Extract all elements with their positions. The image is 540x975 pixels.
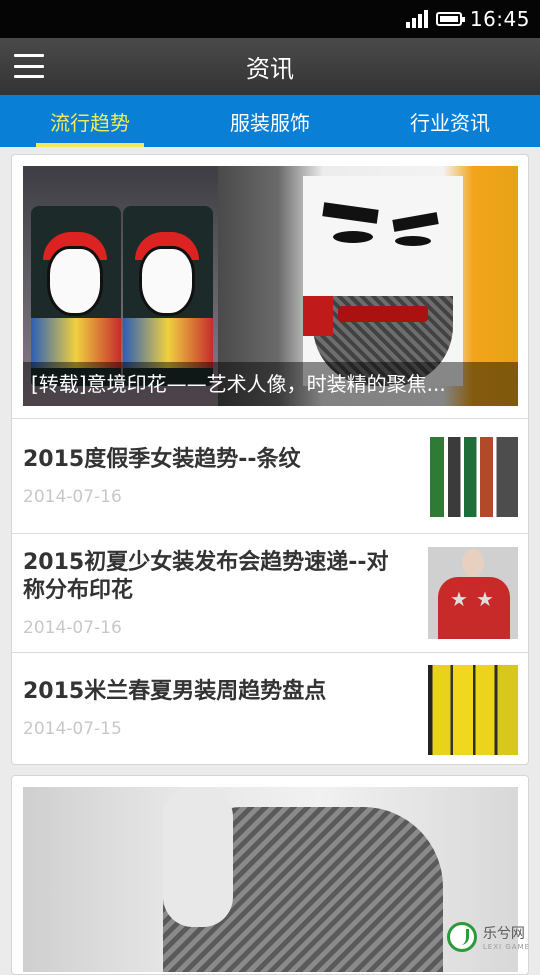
watermark: 乐兮网 LEXI GAME (447, 922, 530, 952)
status-bar: 16:45 (0, 0, 540, 38)
signal-icon (406, 10, 428, 28)
list-item[interactable]: 2015度假季女装趋势--条纹 2014-07-16 (12, 419, 528, 533)
watermark-name: 乐兮网 (483, 923, 530, 943)
featured-caption: [转载]意境印花——艺术人像，时装精的聚焦... (23, 362, 518, 406)
category-tabs: 流行趋势 服装服饰 行业资讯 (0, 95, 540, 147)
article-thumbnail: ★★ (428, 547, 518, 639)
tab-apparel[interactable]: 服装服饰 (180, 95, 360, 147)
app-bar: 资讯 (0, 38, 540, 95)
list-item[interactable]: 2015初夏少女装发布会趋势速递--对 称分布印花 2014-07-16 ★★ (12, 534, 528, 652)
article-date: 2014-07-15 (23, 719, 122, 739)
tab-trends[interactable]: 流行趋势 (0, 95, 180, 147)
news-card: [转载]意境印花——艺术人像，时装精的聚焦... 2015度假季女装趋势--条纹… (11, 154, 529, 765)
article-title: 2015度假季女装趋势--条纹 (23, 445, 301, 475)
tab-industry-news[interactable]: 行业资讯 (360, 95, 540, 147)
watermark-logo-icon (447, 922, 477, 952)
watermark-sub: LEXI GAME (483, 943, 530, 951)
article-date: 2014-07-16 (23, 487, 122, 507)
article-title-line2: 称分布印花 (23, 576, 133, 606)
article-thumbnail (428, 437, 518, 517)
article-thumbnail (428, 665, 518, 755)
featured-image[interactable] (23, 787, 518, 972)
article-title-line1: 2015初夏少女装发布会趋势速递--对 (23, 548, 389, 578)
battery-icon (436, 12, 462, 26)
article-title: 2015米兰春夏男装周趋势盘点 (23, 677, 326, 707)
article-date: 2014-07-16 (23, 618, 122, 638)
featured-article[interactable]: [转载]意境印花——艺术人像，时装精的聚焦... (23, 166, 518, 406)
page-title: 资讯 (246, 49, 294, 84)
list-item[interactable]: 2015米兰春夏男装周趋势盘点 2014-07-15 (12, 653, 528, 765)
hamburger-menu-icon[interactable] (14, 54, 44, 78)
status-time: 16:45 (470, 7, 530, 31)
